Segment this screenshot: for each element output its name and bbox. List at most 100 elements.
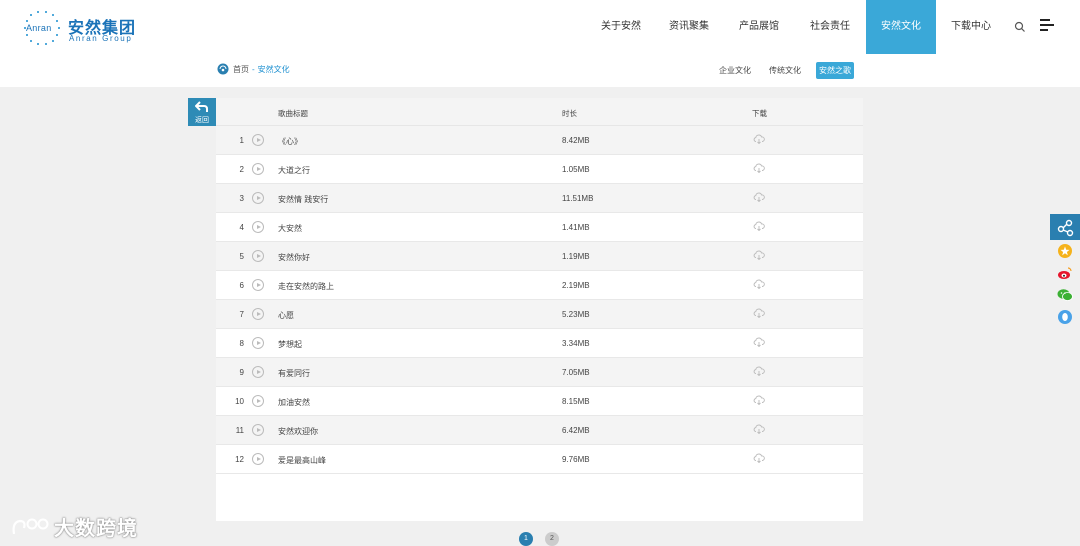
cloud-download-icon[interactable] bbox=[753, 192, 765, 202]
anran-group-logo[interactable]: Anran 安然集团 Anran Group bbox=[22, 10, 152, 46]
play-icon[interactable] bbox=[252, 279, 264, 291]
qq-icon[interactable] bbox=[1050, 306, 1080, 328]
cloud-download-icon[interactable] bbox=[753, 308, 765, 318]
back-arrow-icon bbox=[195, 101, 208, 112]
cloud-download-icon[interactable] bbox=[753, 250, 765, 260]
play-icon[interactable] bbox=[252, 221, 264, 233]
song-title[interactable]: 梦想起 bbox=[278, 339, 302, 350]
play-icon[interactable] bbox=[252, 308, 264, 320]
page-2-button[interactable]: 2 bbox=[545, 532, 559, 546]
qzone-star-icon[interactable] bbox=[1050, 240, 1080, 262]
song-size: 7.05MB bbox=[562, 368, 590, 377]
table-row[interactable]: 6 走在安然的路上 2.19MB bbox=[216, 271, 863, 300]
nav-item-download-center[interactable]: 下载中心 bbox=[936, 0, 1006, 54]
watermark: 大数跨境 bbox=[10, 512, 138, 541]
nav-item-products[interactable]: 产品展馆 bbox=[724, 0, 794, 54]
song-size: 6.42MB bbox=[562, 426, 590, 435]
watermark-logo-icon bbox=[12, 518, 49, 534]
cloud-download-icon[interactable] bbox=[753, 366, 765, 376]
table-row[interactable]: 5 安然你好 1.19MB bbox=[216, 242, 863, 271]
nav-item-social-responsibility[interactable]: 社会责任 bbox=[794, 0, 866, 54]
hamburger-menu-icon[interactable] bbox=[1040, 19, 1054, 33]
song-title[interactable]: 大道之行 bbox=[278, 165, 310, 176]
breadcrumb-current[interactable]: 安然文化 bbox=[258, 64, 290, 75]
song-title[interactable]: 大安然 bbox=[278, 223, 302, 234]
table-row[interactable]: 12 爱是最高山峰 9.76MB bbox=[216, 445, 863, 474]
row-number: 9 bbox=[239, 368, 244, 377]
weibo-icon[interactable] bbox=[1050, 262, 1080, 284]
play-icon[interactable] bbox=[252, 424, 264, 436]
table-row[interactable]: 8 梦想起 3.34MB bbox=[216, 329, 863, 358]
cloud-download-icon[interactable] bbox=[753, 163, 765, 173]
header-duration: 时长 bbox=[562, 109, 577, 118]
pagination: 1 2 bbox=[519, 532, 571, 546]
cloud-download-icon[interactable] bbox=[753, 279, 765, 289]
breadcrumb-home-link[interactable]: 首页 bbox=[233, 64, 249, 75]
location-globe-icon bbox=[217, 63, 229, 75]
cloud-download-icon[interactable] bbox=[753, 395, 765, 405]
play-icon[interactable] bbox=[252, 192, 264, 204]
play-icon[interactable] bbox=[252, 250, 264, 262]
subtab-anran-songs[interactable]: 安然之歌 bbox=[816, 62, 854, 79]
cloud-download-icon[interactable] bbox=[753, 424, 765, 434]
share-bar bbox=[1050, 214, 1080, 328]
table-row[interactable]: 7 心愿 5.23MB bbox=[216, 300, 863, 329]
cloud-download-icon[interactable] bbox=[753, 134, 765, 144]
play-icon[interactable] bbox=[252, 366, 264, 378]
breadcrumb: 首页 - 安然文化 bbox=[217, 63, 290, 75]
subtab-traditional-culture[interactable]: 传统文化 bbox=[766, 62, 804, 79]
page-1-button[interactable]: 1 bbox=[519, 532, 533, 546]
song-size: 9.76MB bbox=[562, 455, 590, 464]
search-icon[interactable] bbox=[1014, 21, 1026, 33]
table-row[interactable]: 1 《心》 8.42MB bbox=[216, 126, 863, 155]
nav-item-news[interactable]: 资讯聚集 bbox=[654, 0, 724, 54]
row-number: 5 bbox=[239, 252, 244, 261]
header-download: 下载 bbox=[752, 109, 767, 118]
song-table: 歌曲标题 时长 下载 1 《心》 8.42MB 2 大道之行 1.05MB 3 安然情 践安行… bbox=[216, 98, 863, 521]
song-size: 1.05MB bbox=[562, 165, 590, 174]
row-number: 10 bbox=[235, 397, 244, 406]
play-icon[interactable] bbox=[252, 395, 264, 407]
nav-item-culture[interactable]: 安然文化 bbox=[866, 0, 936, 54]
play-icon[interactable] bbox=[252, 134, 264, 146]
culture-subtabs: 企业文化 传统文化 安然之歌 bbox=[704, 62, 854, 79]
cloud-download-icon[interactable] bbox=[753, 221, 765, 231]
play-icon[interactable] bbox=[252, 337, 264, 349]
song-size: 1.19MB bbox=[562, 252, 590, 261]
table-row[interactable]: 3 安然情 践安行 11.51MB bbox=[216, 184, 863, 213]
cloud-download-icon[interactable] bbox=[753, 337, 765, 347]
song-title[interactable]: 《心》 bbox=[278, 136, 302, 147]
song-title[interactable]: 爱是最高山峰 bbox=[278, 455, 326, 466]
wechat-icon[interactable] bbox=[1050, 284, 1080, 306]
song-title[interactable]: 安然情 践安行 bbox=[278, 194, 328, 205]
song-title[interactable]: 安然欢迎你 bbox=[278, 426, 318, 437]
breadcrumb-separator: - bbox=[252, 64, 255, 74]
logo-badge-text: Anran bbox=[26, 23, 52, 33]
song-size: 8.42MB bbox=[562, 136, 590, 145]
song-size: 1.41MB bbox=[562, 223, 590, 232]
row-number: 8 bbox=[239, 339, 244, 348]
song-size: 2.19MB bbox=[562, 281, 590, 290]
nav-item-about[interactable]: 关于安然 bbox=[588, 0, 654, 54]
table-row[interactable]: 4 大安然 1.41MB bbox=[216, 213, 863, 242]
row-number: 1 bbox=[239, 136, 244, 145]
table-row[interactable]: 2 大道之行 1.05MB bbox=[216, 155, 863, 184]
song-title[interactable]: 安然你好 bbox=[278, 252, 310, 263]
row-number: 6 bbox=[239, 281, 244, 290]
play-icon[interactable] bbox=[252, 163, 264, 175]
main-nav: 关于安然 资讯聚集 产品展馆 社会责任 安然文化 下载中心 bbox=[588, 0, 1006, 54]
table-row[interactable]: 9 有爱同行 7.05MB bbox=[216, 358, 863, 387]
play-icon[interactable] bbox=[252, 453, 264, 465]
table-row[interactable]: 10 加油安然 8.15MB bbox=[216, 387, 863, 416]
back-button[interactable]: 返回 bbox=[188, 98, 216, 126]
song-size: 8.15MB bbox=[562, 397, 590, 406]
song-title[interactable]: 心愿 bbox=[278, 310, 294, 321]
song-title[interactable]: 走在安然的路上 bbox=[278, 281, 334, 292]
cloud-download-icon[interactable] bbox=[753, 453, 765, 463]
table-row[interactable]: 11 安然欢迎你 6.42MB bbox=[216, 416, 863, 445]
song-title[interactable]: 有爱同行 bbox=[278, 368, 310, 379]
share-icon[interactable] bbox=[1050, 214, 1080, 240]
logo-name-en: Anran Group bbox=[69, 34, 133, 43]
subtab-corporate-culture[interactable]: 企业文化 bbox=[716, 62, 754, 79]
song-title[interactable]: 加油安然 bbox=[278, 397, 310, 408]
